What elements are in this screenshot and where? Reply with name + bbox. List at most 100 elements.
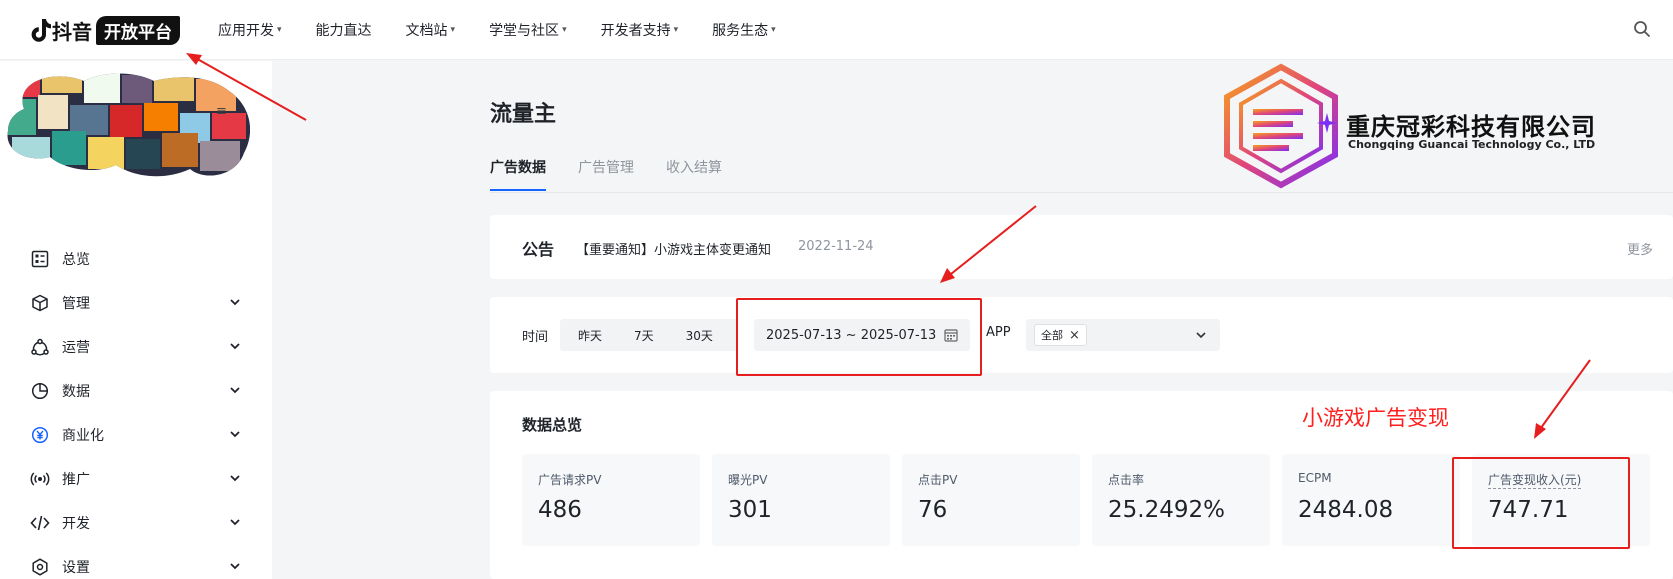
nav-item-capabilities[interactable]: 能力直达 — [316, 20, 372, 40]
sidebar-item-label: 开发 — [62, 516, 90, 532]
logo-badge: 开放平台 — [96, 15, 180, 45]
app-select[interactable]: 全部 × — [1026, 319, 1220, 351]
nav-item-docs[interactable]: 文档站 ▾ — [406, 20, 456, 40]
nav-label: 学堂与社区 — [489, 23, 560, 39]
sidebar-item-develop[interactable]: 开发 — [30, 501, 242, 545]
sidebar-item-manage[interactable]: 管理 — [30, 281, 242, 325]
chevron-down-icon — [230, 343, 240, 350]
metric-label: 点击PV — [918, 473, 958, 487]
metric-value: 301 — [728, 497, 772, 523]
overview-icon — [30, 249, 50, 269]
settings-icon — [30, 557, 50, 577]
sidebar-item-label: 管理 — [62, 296, 90, 312]
nav-label: 服务生态 — [712, 23, 769, 39]
nav-item-ecosystem[interactable]: 服务生态 ▾ — [712, 20, 776, 40]
metric-click-pv: 点击PV 76 — [902, 454, 1080, 546]
metric-label: ECPM — [1298, 471, 1332, 485]
operation-icon — [30, 337, 50, 357]
code-icon — [30, 513, 50, 533]
logo-text: 抖音 — [52, 19, 92, 44]
nav-label: 能力直达 — [315, 23, 372, 39]
time-label: 时间 — [522, 330, 549, 345]
tab-revenue-settlement[interactable]: 收入结算 — [666, 149, 722, 191]
more-link[interactable]: 更多 — [1627, 239, 1653, 258]
main-nav: 应用开发 ▾ 能力直达 文档站 ▾ 学堂与社区 ▾ 开发者支持 ▾ 服务生态 ▾ — [218, 0, 810, 60]
sidebar-item-settings[interactable]: 设置 — [30, 545, 242, 579]
metric-label: 曝光PV — [728, 473, 768, 487]
chevron-down-icon — [230, 299, 240, 306]
sidebar-item-operation[interactable]: 运营 — [30, 325, 242, 369]
sidebar-menu: 总览 管理 运营 数据 商业化 推广 开发 设置 — [30, 237, 242, 579]
cube-icon — [30, 293, 50, 313]
tab-bar: 广告数据 广告管理 收入结算 — [490, 149, 754, 191]
metric-label: 点击率 — [1108, 473, 1145, 487]
metric-ctr: 点击率 25.2492% — [1092, 454, 1270, 546]
page-title: 流量主 — [490, 102, 557, 127]
nav-label: 应用开发 — [218, 23, 274, 39]
chevron-down-icon — [230, 475, 240, 482]
filter-card: 时间 昨天 7天 30天 2025-07-13 ~ 2025-07-13 APP… — [490, 297, 1673, 373]
chevron-down-icon — [230, 387, 240, 394]
sidebar-item-label: 数据 — [62, 384, 90, 400]
chevron-down-icon — [230, 563, 240, 570]
sidebar-item-promotion[interactable]: 推广 — [30, 457, 242, 501]
nav-item-app-dev[interactable]: 应用开发 ▾ — [218, 20, 282, 40]
metric-ecpm: ECPM 2484.08 — [1282, 454, 1460, 546]
nav-label: 文档站 — [405, 23, 448, 39]
notice-link[interactable]: 【重要通知】小游戏主体变更通知 — [576, 239, 771, 258]
sidebar-item-label: 运营 — [62, 340, 90, 356]
range-7days-button[interactable]: 7天 — [634, 327, 654, 344]
metric-value: 486 — [538, 497, 582, 523]
metric-label: 广告请求PV — [538, 473, 602, 487]
range-30days-button[interactable]: 30天 — [686, 327, 713, 344]
chevron-down-icon: ▾ — [771, 25, 776, 35]
annotation-label: 小游戏广告变现 — [1302, 406, 1449, 430]
nav-item-academy[interactable]: 学堂与社区 ▾ — [489, 20, 567, 40]
notice-date: 2022-11-24 — [798, 239, 874, 254]
chevron-down-icon: ▾ — [673, 25, 679, 35]
search-icon[interactable] — [1633, 20, 1651, 38]
sidebar-item-data[interactable]: 数据 — [30, 369, 242, 413]
metric-value: 2484.08 — [1298, 497, 1394, 523]
metric-ad-request-pv: 广告请求PV 486 — [522, 454, 700, 546]
app-tag-label: 全部 — [1041, 329, 1063, 342]
tab-ad-management[interactable]: 广告管理 — [578, 149, 634, 191]
sidebar: ≡ 总览 管理 运营 数据 商业化 推广 开发 设置 — [0, 61, 272, 579]
metric-value: 25.2492% — [1108, 497, 1225, 523]
metric-value: 76 — [918, 497, 948, 523]
svg-text:≡: ≡ — [216, 104, 227, 119]
nav-label: 开发者支持 — [600, 23, 671, 39]
quick-range-selector: 昨天 7天 30天 — [560, 319, 738, 351]
tab-ad-data[interactable]: 广告数据 — [490, 149, 546, 191]
sidebar-item-overview[interactable]: 总览 — [30, 237, 242, 281]
highlight-box-revenue — [1452, 457, 1630, 549]
nav-item-dev-support[interactable]: 开发者支持 ▾ — [601, 20, 679, 40]
app-label: APP — [986, 325, 1011, 340]
account-avatar[interactable]: ≡ — [4, 69, 250, 177]
overview-title: 数据总览 — [522, 416, 583, 434]
chevron-down-icon: ▾ — [277, 25, 282, 35]
douyin-open-platform-logo[interactable]: 抖音 开放平台 — [30, 15, 180, 45]
sidebar-item-label: 推广 — [62, 472, 90, 488]
notice-card: 公告 【重要通知】小游戏主体变更通知 2022-11-24 更多 — [490, 215, 1673, 279]
app-tag-all: 全部 × — [1034, 324, 1087, 346]
chevron-down-icon: ▾ — [450, 25, 456, 35]
tabs-divider — [490, 192, 1673, 193]
chevron-down-icon — [230, 519, 240, 526]
chevron-down-icon — [1196, 332, 1206, 339]
pie-chart-icon — [30, 381, 50, 401]
top-navigation-bar: 抖音 开放平台 应用开发 ▾ 能力直达 文档站 ▾ 学堂与社区 ▾ 开发者支持 ▾ 服务… — [0, 0, 1673, 60]
close-icon[interactable]: × — [1069, 328, 1080, 343]
range-yesterday-button[interactable]: 昨天 — [578, 327, 602, 344]
sidebar-item-label: 总览 — [62, 252, 90, 268]
douyin-note-icon — [31, 19, 51, 42]
company-name-en: Chongqing Guancai Technology Co., LTD — [1348, 138, 1596, 151]
highlight-box-date — [736, 298, 982, 376]
yuan-coin-icon — [30, 425, 50, 445]
sidebar-item-label: 设置 — [62, 560, 90, 576]
metric-impression-pv: 曝光PV 301 — [712, 454, 890, 546]
sidebar-item-monetization[interactable]: 商业化 — [30, 413, 242, 457]
chevron-down-icon: ▾ — [562, 25, 567, 35]
sidebar-item-label: 商业化 — [62, 428, 104, 444]
notice-label: 公告 — [522, 240, 555, 259]
